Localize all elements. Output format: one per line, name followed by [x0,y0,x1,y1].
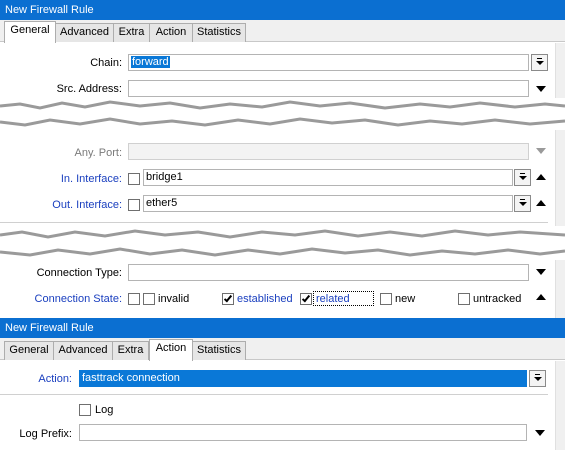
action-dropdown-icon[interactable] [529,370,546,387]
connection-state-negate-checkbox[interactable] [128,293,140,305]
torn-edge-divider [0,98,565,130]
out-interface-negate-checkbox[interactable] [128,199,140,211]
connection-type-field[interactable] [128,264,529,281]
state-new-label: new [395,293,416,305]
state-new-checkbox[interactable] [380,293,392,305]
window1-titlebar: New Firewall Rule [0,0,565,20]
window2-tab-advanced[interactable]: Advanced [53,341,113,360]
in-interface-collapse-icon[interactable] [536,174,546,180]
connection-type-label: Connection Type: [36,267,122,279]
out-interface-collapse-icon[interactable] [536,200,546,206]
out-interface-field[interactable]: ether5 [143,195,513,212]
connection-state-collapse-icon[interactable] [536,294,546,300]
in-interface-dropdown-icon[interactable] [514,169,531,186]
out-interface-dropdown-icon[interactable] [514,195,531,212]
window1-tab-action[interactable]: Action [149,23,193,42]
log-checkbox[interactable] [79,404,91,416]
log-label: Log [95,404,114,416]
state-untracked-label: untracked [473,293,522,305]
state-established-label: established [237,293,293,305]
log-prefix-label: Log Prefix: [19,428,72,440]
window2-tab-general[interactable]: General [4,341,54,360]
action-field[interactable]: fasttrack connection [79,370,527,387]
window2-tab-extra[interactable]: Extra [112,341,149,360]
state-invalid-checkbox[interactable] [143,293,155,305]
window1-tab-general[interactable]: General [4,21,56,43]
src-address-label: Src. Address: [56,83,122,95]
connection-state-label[interactable]: Connection State: [20,292,122,306]
log-prefix-field[interactable] [79,424,527,441]
any-port-label: Any. Port: [74,147,122,159]
window2-scrollbar[interactable] [555,361,565,450]
any-port-expand-icon [536,148,546,154]
state-established-checkbox[interactable] [222,293,234,305]
window1-tabbar: General Advanced Extra Action Statistics [0,20,565,43]
in-interface-field[interactable]: bridge1 [143,169,513,186]
state-related-checkbox[interactable] [300,293,312,305]
log-prefix-expand-icon[interactable] [535,430,545,436]
state-invalid-label: invalid [158,293,190,305]
section-separator [0,222,548,223]
in-interface-negate-checkbox[interactable] [128,173,140,185]
any-port-field [128,143,529,160]
src-address-field[interactable] [128,80,529,97]
window1-tab-statistics[interactable]: Statistics [192,23,246,42]
chain-value: forward [131,56,170,68]
window2-tabbar: General Advanced Extra Action Statistics [0,338,565,361]
state-related-label: related [316,293,350,305]
window1-tab-advanced[interactable]: Advanced [55,23,114,42]
torn-edge-divider-2 [0,226,565,260]
window1-title: New Firewall Rule [5,4,94,16]
window2-title: New Firewall Rule [5,322,94,334]
window1-scrollbar[interactable] [555,43,565,318]
action-label[interactable]: Action: [10,372,72,386]
chain-dropdown-icon[interactable] [531,54,548,71]
chain-label: Chain: [90,57,122,69]
src-address-expand-icon[interactable] [536,86,546,92]
section-separator-2 [0,394,548,395]
window1-tab-extra[interactable]: Extra [113,23,150,42]
out-interface-label[interactable]: Out. Interface: [20,198,122,212]
window2-tab-action[interactable]: Action [149,339,193,361]
chain-field[interactable]: forward [128,54,529,71]
in-interface-label[interactable]: In. Interface: [20,172,122,186]
state-untracked-checkbox[interactable] [458,293,470,305]
connection-type-expand-icon[interactable] [536,269,546,275]
window2-titlebar: New Firewall Rule [0,318,565,338]
window2-tab-statistics[interactable]: Statistics [192,341,246,360]
